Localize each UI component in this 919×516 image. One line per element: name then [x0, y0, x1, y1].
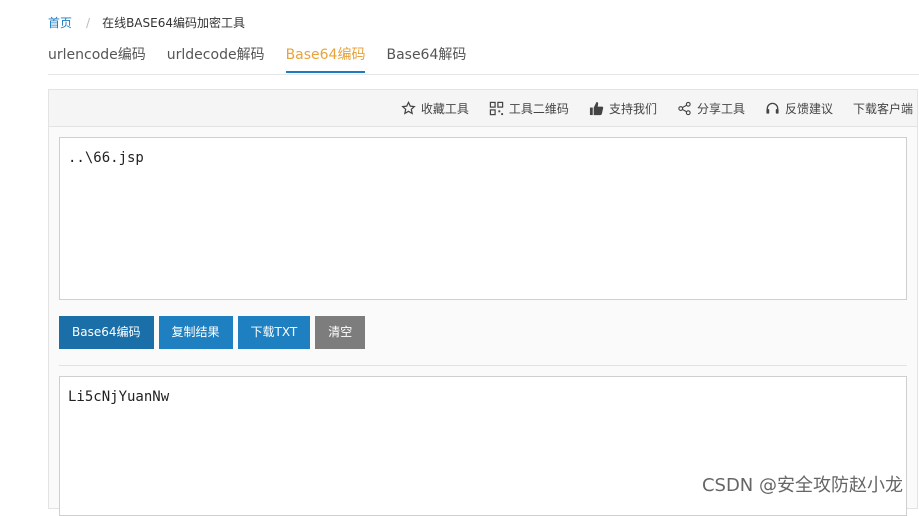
feedback-button[interactable]: 反馈建议 [765, 100, 833, 117]
breadcrumb-home-link[interactable]: 首页 [48, 14, 72, 31]
breadcrumb: 首页 / 在线BASE64编码加密工具 [48, 14, 245, 31]
support-us-button[interactable]: 支持我们 [589, 100, 657, 117]
star-icon [401, 100, 416, 115]
favorite-tool-button[interactable]: 收藏工具 [401, 100, 469, 117]
tool-panel: 收藏工具 工具二维码 支持我们 分享工具 反馈建议 下载客户端 ..\66.js… [48, 89, 918, 516]
qrcode-tool-button[interactable]: 工具二维码 [489, 100, 569, 117]
breadcrumb-separator: / [86, 15, 91, 30]
share-icon [678, 101, 691, 115]
tab-urlencode[interactable]: urlencode编码 [48, 44, 146, 73]
headset-icon [766, 102, 779, 114]
tab-base64-encode[interactable]: Base64编码 [285, 44, 366, 73]
download-client-button[interactable]: 下载客户端 [853, 100, 913, 117]
clear-button[interactable]: 清空 [315, 316, 366, 349]
tool-tabs: urlencode编码 urldecode解码 Base64编码 Base64解… [48, 44, 919, 75]
watermark: CSDN @安全攻防赵小龙 [701, 475, 903, 496]
support-us-label: 支持我们 [608, 101, 657, 116]
share-tool-button[interactable]: 分享工具 [677, 100, 745, 117]
breadcrumb-current: 在线BASE64编码加密工具 [102, 16, 245, 30]
base64-encode-button[interactable]: Base64编码 [59, 316, 154, 349]
share-tool-label: 分享工具 [696, 101, 745, 116]
download-txt-button[interactable]: 下载TXT [237, 316, 311, 349]
toolbar: 收藏工具 工具二维码 支持我们 分享工具 反馈建议 下载客户端 [49, 90, 917, 127]
tab-base64-decode[interactable]: Base64解码 [386, 44, 466, 73]
action-buttons: Base64编码 复制结果 下载TXT 清空 [59, 316, 370, 349]
thumbs-up-icon [589, 101, 604, 115]
copy-result-button[interactable]: 复制结果 [158, 316, 233, 349]
download-client-label: 下载客户端 [852, 101, 913, 116]
divider [59, 365, 907, 366]
tab-urldecode[interactable]: urldecode解码 [167, 44, 265, 73]
feedback-label: 反馈建议 [784, 101, 833, 116]
qrcode-tool-label: 工具二维码 [508, 101, 569, 116]
qrcode-icon [489, 101, 504, 115]
input-textarea[interactable]: ..\66.jsp [59, 137, 907, 300]
favorite-tool-label: 收藏工具 [420, 101, 469, 116]
